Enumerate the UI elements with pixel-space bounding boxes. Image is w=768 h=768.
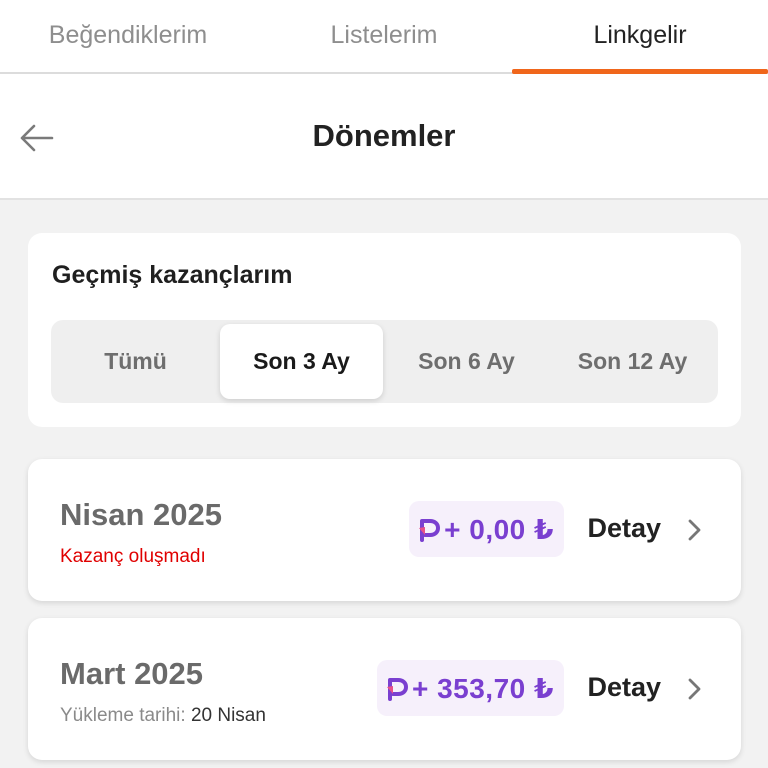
earnings-filter-card: Geçmiş kazançlarım Tümü Son 3 Ay Son 6 A… — [28, 233, 741, 427]
filter-title: Geçmiş kazançlarım — [52, 261, 293, 289]
amount-badge: + 0,00 ₺ — [409, 501, 564, 557]
chevron-right-icon — [688, 678, 701, 700]
amount-value: + 0,00 ₺ — [444, 513, 554, 545]
page-title: Dönemler — [312, 118, 456, 153]
page-header: Dönemler — [0, 74, 768, 200]
top-tab-bar: Beğendiklerim Listelerim Linkgelir — [0, 0, 768, 74]
upload-label: Yükleme tarihi: — [60, 705, 186, 726]
segment-last-12-months[interactable]: Son 12 Ay — [551, 320, 714, 403]
amount-badge: + 353,70 ₺ — [376, 660, 564, 716]
linkgelir-points-icon — [419, 519, 441, 542]
upload-date: 20 Nisan — [190, 705, 266, 726]
amount-value: + 353,70 ₺ — [411, 672, 554, 704]
detail-link[interactable]: Detay — [587, 513, 661, 544]
linkgelir-points-icon — [386, 678, 408, 701]
period-card-mart-2025[interactable]: Mart 2025 Yükleme tarihi: 20 Nisan + 353… — [28, 618, 741, 760]
upload-info: Yükleme tarihi: 20 Nisan — [60, 705, 266, 727]
chevron-right-icon — [688, 519, 701, 541]
tab-linkgelir[interactable]: Linkgelir — [512, 0, 768, 74]
period-name: Nisan 2025 — [60, 497, 222, 532]
segment-last-6-months[interactable]: Son 6 Ay — [385, 320, 548, 403]
detail-link[interactable]: Detay — [587, 672, 661, 703]
segment-last-3-months[interactable]: Son 3 Ay — [220, 324, 383, 399]
segment-all[interactable]: Tümü — [54, 320, 217, 403]
tab-begendiklerim[interactable]: Beğendiklerim — [0, 0, 256, 72]
tab-listelerim[interactable]: Listelerim — [256, 0, 512, 72]
period-segmented-control: Tümü Son 3 Ay Son 6 Ay Son 12 Ay — [51, 320, 718, 403]
period-name: Mart 2025 — [60, 656, 204, 691]
earnings-status: Kazanç oluşmadı — [60, 546, 206, 567]
period-card-nisan-2025[interactable]: Nisan 2025 Kazanç oluşmadı + 0,00 ₺ Deta… — [28, 459, 741, 601]
